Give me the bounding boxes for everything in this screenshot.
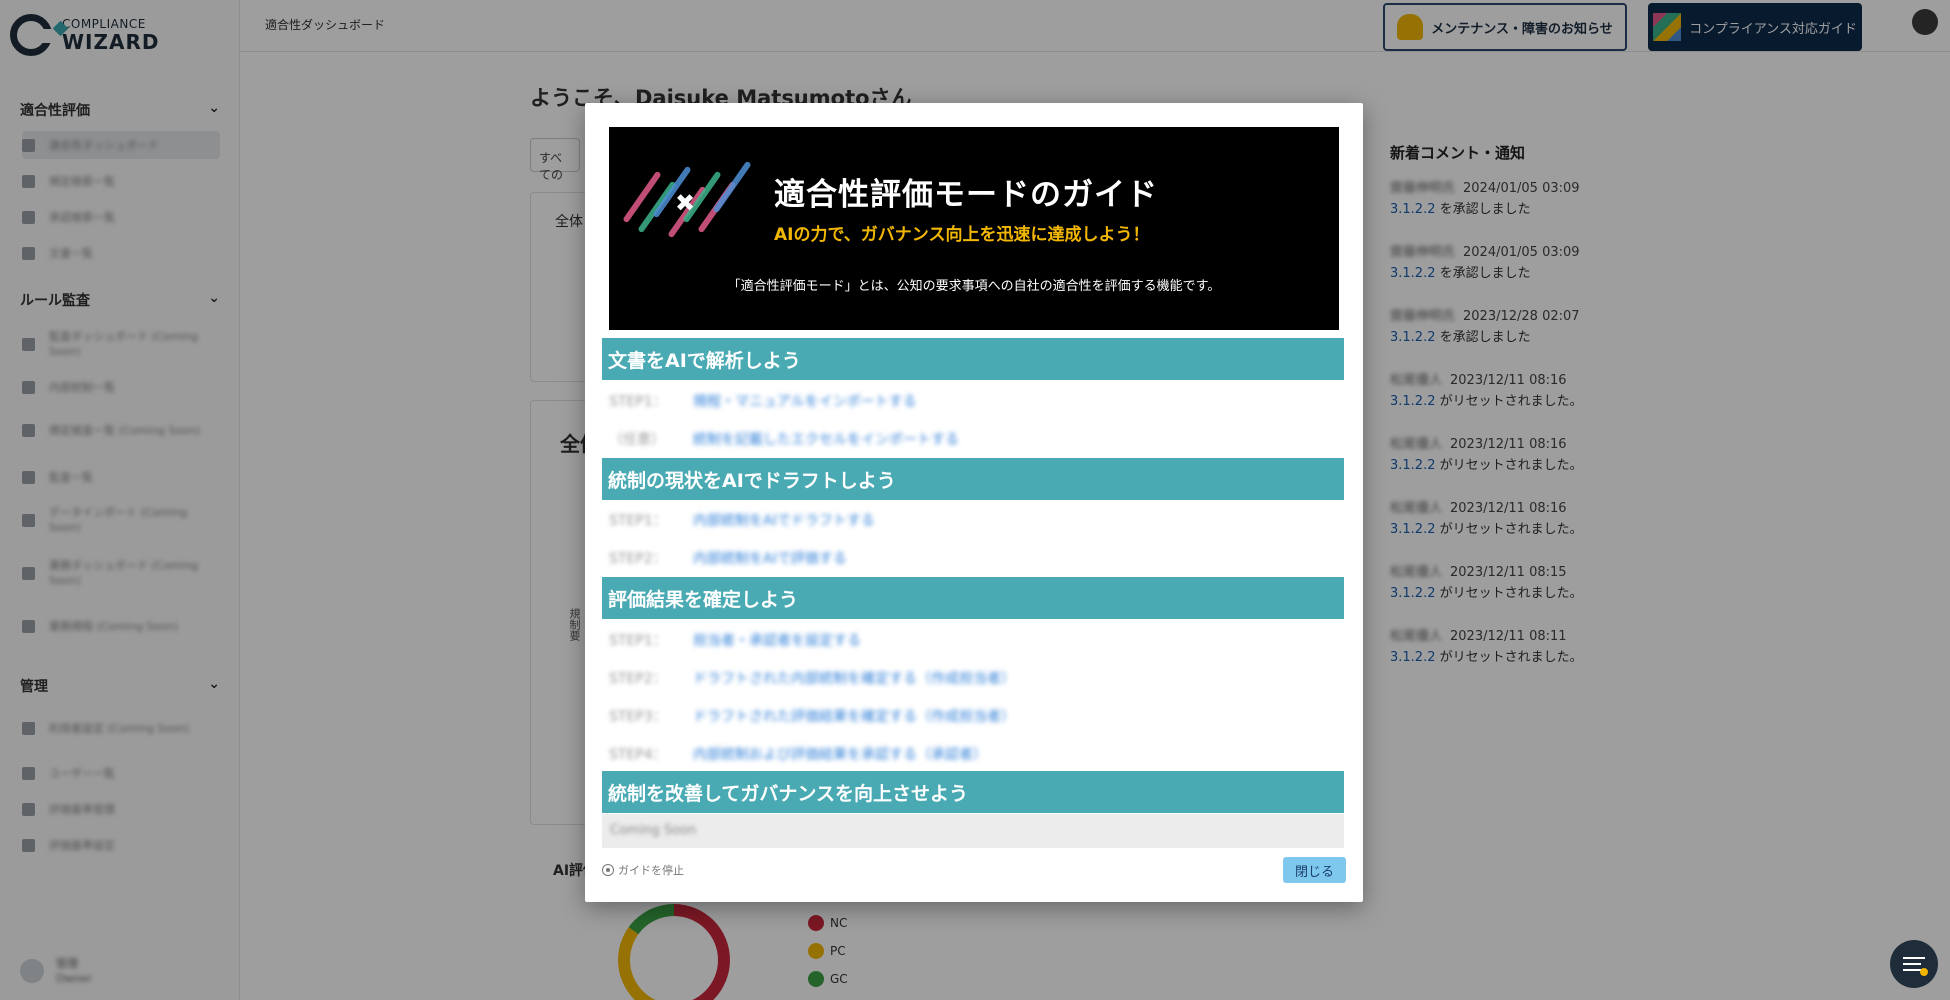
step-item[interactable]: （任意） 統制を記載したエクセルをインポートする <box>609 424 1329 454</box>
step-item[interactable]: STEP1： 担当者・承認者を設定する <box>609 625 1329 655</box>
step-link[interactable]: 内部統制をAIで評価する <box>693 548 847 568</box>
banner-subtitle: AIの力で、ガバナンス向上を迅速に達成しよう！ <box>774 225 1150 245</box>
section-confirm-results: 評価結果を確定しよう <box>602 577 1344 619</box>
close-button[interactable]: 閉じる <box>1283 857 1346 883</box>
radio-icon[interactable] <box>602 864 614 876</box>
step-link[interactable]: 内部統制をAIでドラフトする <box>693 510 875 530</box>
banner-description: 「適合性評価モード」とは、公知の要求事項への自社の適合性を評価する機能です。 <box>727 279 1221 294</box>
step-link[interactable]: 担当者・承認者を設定する <box>693 630 861 650</box>
step-item[interactable]: STEP1： 規程・マニュアルをインポートする <box>609 386 1329 416</box>
step-link[interactable]: 内部統制および評価結果を承認する（承認者） <box>693 744 987 764</box>
step-link[interactable]: 統制を記載したエクセルをインポートする <box>693 429 959 449</box>
step-item[interactable]: STEP2： ドラフトされた内部統制を確定する（作成担当者） <box>609 663 1329 693</box>
banner-title: 適合性評価モードのガイド <box>774 177 1158 213</box>
guide-banner: ✖ 適合性評価モードのガイド AIの力で、ガバナンス向上を迅速に達成しよう！ 「… <box>609 127 1339 330</box>
step-item[interactable]: STEP4： 内部統制および評価結果を承認する（承認者） <box>609 739 1329 769</box>
notification-dot-icon <box>1920 968 1928 976</box>
section-analyze-docs: 文書をAIで解析しよう <box>602 338 1344 380</box>
menu-fab-button[interactable] <box>1890 940 1938 988</box>
step-item[interactable]: STEP1： 内部統制をAIでドラフトする <box>609 505 1329 535</box>
banner-close-mark-icon: ✖ <box>675 189 696 217</box>
step-link[interactable]: 規程・マニュアルをインポートする <box>693 391 917 411</box>
step-item[interactable]: STEP3： ドラフトされた評価結果を確定する（作成担当者） <box>609 701 1329 731</box>
step-item[interactable]: STEP2： 内部統制をAIで評価する <box>609 543 1329 573</box>
step-link[interactable]: ドラフトされた評価結果を確定する（作成担当者） <box>693 706 1015 726</box>
step-link[interactable]: ドラフトされた内部統制を確定する（作成担当者） <box>693 668 1015 688</box>
hide-guide-option[interactable]: ガイドを停止 <box>602 862 684 878</box>
guide-modal: ✖ 適合性評価モードのガイド AIの力で、ガバナンス向上を迅速に達成しよう！ 「… <box>585 103 1363 902</box>
section-draft-controls: 統制の現状をAIでドラフトしよう <box>602 458 1344 500</box>
section-improve-governance: 統制を改善してガバナンスを向上させよう <box>602 771 1344 813</box>
coming-soon-box: Coming Soon <box>602 814 1344 848</box>
